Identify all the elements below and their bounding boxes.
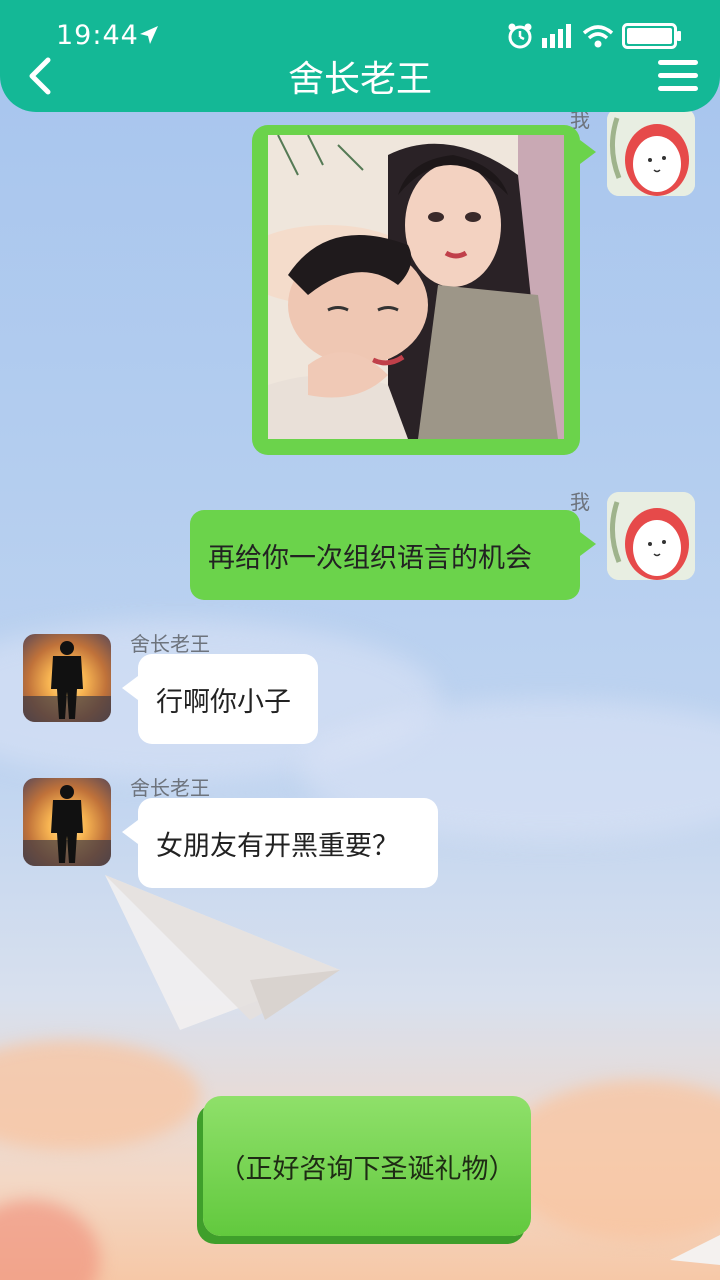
battery-icon [622, 23, 681, 49]
avatar-image [607, 108, 695, 196]
silhouette-icon [23, 641, 111, 722]
friend-avatar[interactable] [23, 778, 111, 866]
chat-header: 19:44 舍长老王 [0, 0, 720, 112]
avatar-image [607, 492, 695, 580]
message-text: 女朋友有开黑重要？ [156, 830, 399, 862]
location-arrow-icon [140, 26, 158, 44]
sender-name: 我 [570, 490, 590, 514]
friend-avatar[interactable] [23, 634, 111, 722]
my-avatar[interactable] [607, 492, 695, 580]
bubble-tail [122, 676, 138, 700]
menu-button[interactable] [658, 60, 698, 94]
couple-illustration [268, 135, 564, 439]
background-cloud [500, 1080, 720, 1240]
message-bubble-friend[interactable]: 行啊你小子 [138, 654, 318, 744]
message-text: 再给你一次组织语言的机会 [208, 542, 532, 574]
sender-name: 舍长老王 [130, 776, 210, 800]
bubble-tail [122, 820, 138, 844]
image-message[interactable] [252, 125, 580, 455]
status-time: 19:44 [56, 20, 139, 51]
sender-name: 舍长老王 [130, 632, 210, 656]
message-photo[interactable] [268, 135, 564, 439]
draft-message-bubble[interactable]: （正好咨询下圣诞礼物） [203, 1096, 531, 1236]
chat-title: 舍长老王 [287, 59, 432, 100]
wifi-icon [582, 25, 614, 48]
menu-bar [658, 60, 698, 65]
message-bubble-friend[interactable]: 女朋友有开黑重要？ [138, 798, 438, 888]
menu-bar [658, 86, 698, 91]
bubble-tail [580, 140, 596, 164]
menu-bar [658, 73, 698, 78]
message-bubble-mine[interactable]: 再给你一次组织语言的机会 [190, 510, 580, 600]
paper-airplane-icon [105, 875, 340, 1030]
message-text: 行啊你小子 [156, 686, 291, 718]
background-cloud [0, 1040, 200, 1150]
alarm-icon [508, 23, 532, 49]
draft-text: （正好咨询下圣诞礼物） [218, 1153, 516, 1185]
chat-screen: 19:44 舍长老王 我 我 再给你一次组织语言的机会 舍长老王 行啊你小子 舍… [0, 0, 720, 1280]
bubble-tail [580, 532, 596, 556]
silhouette-icon [23, 785, 111, 866]
paper-airplane-icon [670, 1235, 720, 1265]
my-avatar[interactable] [607, 108, 695, 196]
signal-icon [542, 24, 571, 48]
background-cloud [0, 1200, 100, 1280]
status-icons [506, 22, 682, 50]
